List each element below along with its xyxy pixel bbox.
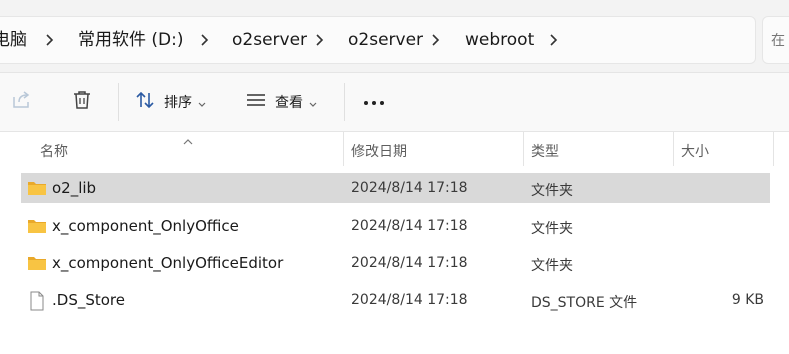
trash-icon [70, 88, 94, 116]
chevron-right-icon[interactable] [548, 29, 560, 51]
column-divider[interactable] [673, 132, 674, 166]
folder-icon [27, 217, 47, 235]
share-button[interactable] [10, 87, 34, 117]
file-date: 2024/8/14 17:18 [351, 255, 468, 271]
folder-icon [27, 179, 47, 197]
file-explorer-window: 电脑 常用软件 (D:) o2server o2server webroot 在 [0, 0, 789, 354]
file-type: 文件夹 [531, 258, 573, 274]
view-button[interactable]: 查看 [245, 87, 317, 117]
column-divider[interactable] [523, 132, 524, 166]
file-row[interactable]: x_component_OnlyOfficeEditor 2024/8/14 1… [21, 248, 770, 278]
file-type: 文件夹 [531, 183, 573, 199]
chevron-right-icon[interactable] [44, 29, 56, 51]
breadcrumb-item-drive-d[interactable]: 常用软件 (D:) [78, 29, 184, 51]
view-list-icon [245, 89, 267, 115]
address-bar-area: 电脑 常用软件 (D:) o2server o2server webroot 在 [0, 0, 789, 73]
more-options-button[interactable] [362, 87, 386, 117]
chevron-down-icon [309, 93, 317, 112]
file-name: .DS_Store [52, 291, 125, 309]
sort-icon [134, 89, 156, 115]
share-icon [10, 88, 34, 116]
breadcrumb-item-webroot[interactable]: webroot [465, 29, 534, 51]
folder-icon [27, 254, 47, 272]
chevron-down-icon [198, 93, 206, 112]
file-name: x_component_OnlyOfficeEditor [52, 254, 284, 272]
file-date: 2024/8/14 17:18 [351, 292, 468, 308]
breadcrumb-item-computer[interactable]: 电脑 [0, 29, 27, 51]
file-type: 文件夹 [531, 221, 573, 237]
toolbar-divider [118, 83, 119, 121]
file-size: 9 KB [731, 292, 764, 308]
search-input[interactable]: 在 [762, 16, 789, 64]
file-name: o2_lib [52, 179, 97, 197]
file-row[interactable]: o2_lib 2024/8/14 17:18 文件夹 [21, 173, 770, 203]
file-row[interactable]: .DS_Store 2024/8/14 17:18 DS_STORE 文件 9 … [21, 285, 770, 315]
file-type: DS_STORE 文件 [531, 295, 638, 311]
column-header-type[interactable]: 类型 [531, 141, 559, 161]
sort-ascending-icon [183, 131, 193, 150]
chevron-right-icon[interactable] [199, 29, 211, 51]
file-date: 2024/8/14 17:18 [351, 180, 468, 196]
file-icon [27, 291, 47, 311]
column-divider[interactable] [343, 132, 344, 166]
column-header-date[interactable]: 修改日期 [351, 141, 407, 161]
breadcrumb[interactable]: 电脑 常用软件 (D:) o2server o2server webroot [0, 16, 756, 64]
chevron-right-icon[interactable] [430, 29, 442, 51]
sort-button[interactable]: 排序 [134, 87, 206, 117]
toolbar-divider [344, 83, 345, 121]
search-hint: 在 [771, 33, 785, 49]
column-header-name[interactable]: 名称 [40, 141, 68, 161]
column-divider[interactable] [773, 132, 774, 166]
file-name: x_component_OnlyOffice [52, 217, 239, 235]
breadcrumb-item-o2server[interactable]: o2server [232, 29, 307, 51]
command-bar: 排序 查看 [0, 73, 789, 132]
sort-label: 排序 [164, 95, 192, 111]
breadcrumb-item-o2server-sub[interactable]: o2server [348, 29, 423, 51]
delete-button[interactable] [70, 87, 94, 117]
file-date: 2024/8/14 17:18 [351, 218, 468, 234]
more-icon [362, 93, 386, 112]
view-label: 查看 [275, 95, 303, 111]
file-row[interactable]: x_component_OnlyOffice 2024/8/14 17:18 文… [21, 211, 770, 241]
chevron-right-icon[interactable] [314, 29, 326, 51]
column-header-size[interactable]: 大小 [681, 141, 709, 161]
column-header-row: 名称 修改日期 类型 大小 [0, 132, 789, 166]
